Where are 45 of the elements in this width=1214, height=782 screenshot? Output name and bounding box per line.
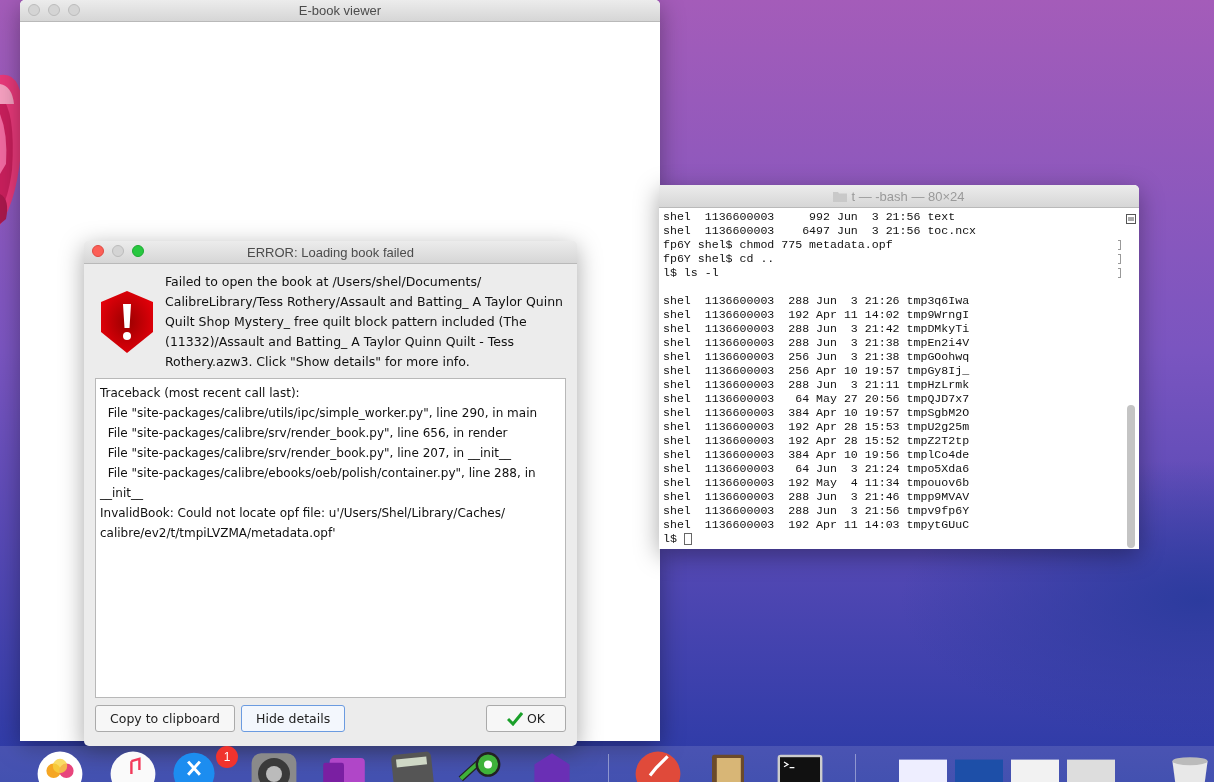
terminal-line: shel 1136600003 192 Apr 11 14:02 tmp9WrngI [663, 308, 970, 322]
terminal-line: shel 1136600003 288 Jun 3 21:26 tmp3q6Iwa [663, 294, 970, 308]
traceback-line: File "site-packages/calibre/utils/ipc/simple_worker.py", line 290, in main [106, 405, 539, 422]
terminal-line: shel 1136600003 288 Jun 3 21:11 tmpHzLrmk [663, 378, 970, 392]
terminal-line: shel 1136600003 192 Apr 28 15:53 tmpU2g25m [663, 420, 970, 434]
close-button[interactable] [92, 245, 104, 257]
notification-badge: 1 [216, 746, 238, 768]
traceback-line: File "site-packages/calibre/srv/render_book.py", line 207, in __init__ [106, 445, 512, 462]
terminal-line: shel 1136600003 192 Apr 28 15:52 tmpZ2T2tp [663, 434, 970, 448]
terminal-line: shel 1136600003 256 Apr 10 19:57 tmpGy8Ij_ [663, 364, 970, 378]
terminal-line: l$ [663, 532, 678, 546]
details-text-area[interactable] [95, 378, 566, 698]
error-shield-icon [99, 290, 155, 354]
traceback-line: File "site-packages/calibre/srv/render_book.py", line 656, in render [106, 425, 509, 442]
checkmark-icon [506, 711, 523, 726]
ok-button[interactable]: OK [486, 705, 566, 732]
window-title: t — -bash — 80×24 [851, 188, 965, 204]
folder-icon [833, 190, 848, 202]
terminal-line: shel 1136600003 256 Jun 3 21:38 tmpGOohwq [663, 350, 970, 364]
terminal-line: shel 1136600003 288 Jun 3 21:38 tmpEn2i4V [663, 336, 970, 350]
terminal-line: shel 1136600003 288 Jun 3 21:46 tmpp9MVAV [663, 490, 970, 504]
window-title: E-book viewer [298, 3, 382, 18]
traceback-line: InvalidBook: Could not locate opf file: u'/Users/Shel/Library/Caches/ calibre/ev2/t/tmpiLVZMA/metadata.opf' [100, 505, 507, 542]
hammer-app-icon[interactable] [172, 750, 216, 782]
traceback-line: File "site-packages/calibre/ebooks/oeb/polish/container.py", line 288, in __init__ [100, 465, 537, 502]
dialog-button[interactable]: Hide details [241, 705, 346, 732]
terminal-line: fp6Y shel$ cd .. [663, 252, 775, 266]
terminal-line: shel 1136600003 288 Jun 3 21:42 tmpDMkyTi [663, 322, 970, 336]
terminal-line: shel 1136600003 384 Apr 10 19:56 tmplCo4de [663, 448, 970, 462]
terminal-line: shel 1136600003 384 Apr 10 19:57 tmpSgbM2O [663, 406, 970, 420]
terminal-line: shel 1136600003 192 Apr 11 14:03 tmpytGUuC [663, 518, 970, 532]
terminal-line: shel 1136600003 192 May 4 11:34 tmpouov6b [663, 476, 970, 490]
error-message: Failed to open the book at /Users/shel/Documents/ CalibreLibrary/Tess Rothery/Assault and Batting_ A Taylor Quinn Quilt Shop Mystery_ free quilt block pattern included (The (11332)/Assault and Batting_ A Taylor Quinn Quilt - Tess Rothery.azw3. Click "Show details" for more info. [165, 273, 565, 371]
terminal-line: l$ ls -l [663, 266, 719, 280]
terminal-line: shel 1136600003 64 May 27 20:56 tmpQJD7x7 [663, 392, 970, 406]
terminal-line: shel 1136600003 6497 Jun 3 21:56 toc.ncx [663, 224, 977, 238]
dialog-button[interactable]: Copy to clipboard [95, 705, 236, 732]
tab-overview-icon[interactable] [1126, 214, 1136, 224]
terminal-line: fp6Y shel$ chmod 775 metadata.opf [663, 238, 893, 252]
terminal-line: shel 1136600003 992 Jun 3 21:56 text [663, 210, 956, 224]
terminal-line: shel 1136600003 288 Jun 3 21:56 tmpv9fp6Y [663, 504, 970, 518]
scrollbar-thumb[interactable] [1127, 405, 1135, 548]
terminal-line: shel 1136600003 64 Jun 3 21:24 tmpo5Xda6 [663, 462, 970, 476]
window-title: ERROR: Loading book failed [247, 244, 414, 260]
traceback-line: Traceback (most recent call last): [100, 385, 301, 402]
